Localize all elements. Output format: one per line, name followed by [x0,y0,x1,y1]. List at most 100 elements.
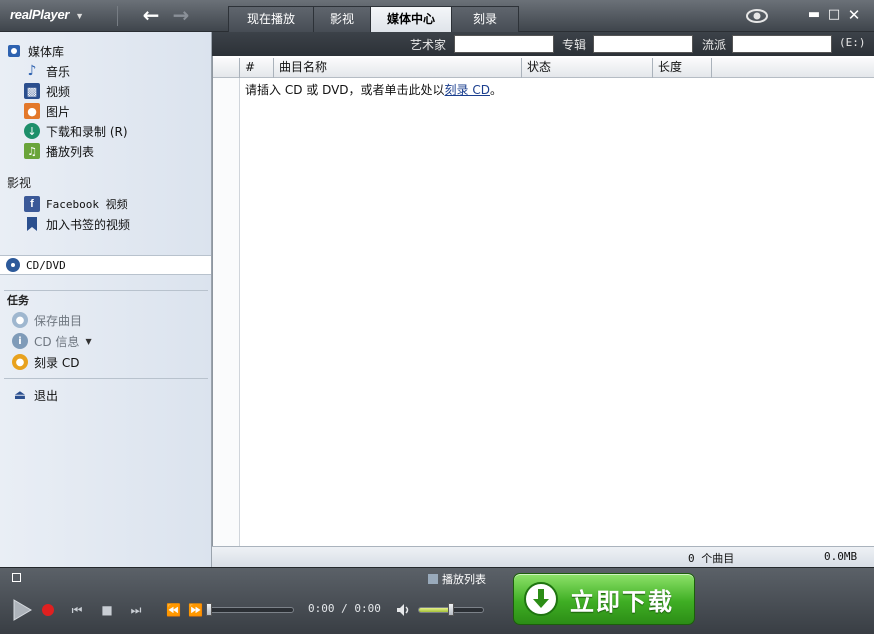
drive-label: (E:) [839,36,866,49]
sidebar-item-playlists[interactable]: ♫ 播放列表 [24,142,94,160]
player-controls: 播放列表 ⏮ ■ ⏭ ⏪ ⏩ 0:00 / 0:00 [0,567,874,634]
info-icon: i [12,333,28,349]
total-size: 0.0MB [824,550,858,563]
sidebar-item-label: 图片 [46,104,71,119]
stop-icon[interactable]: ■ [100,602,114,618]
download-now-label: 立即下载 [570,587,674,616]
cd-icon [6,258,20,272]
film-icon: ▩ [24,83,40,99]
burn-cd-link[interactable]: 刻录 CD [445,83,490,97]
task-burn-cd[interactable]: ● 刻录 CD [12,353,79,371]
sidebar-item-pictures[interactable]: ● 图片 [24,102,70,120]
mini-mode-icon[interactable] [12,573,21,582]
task-exit[interactable]: ⏏ 退出 [12,386,58,404]
play-icon[interactable] [11,599,33,621]
burn-disc-icon: ● [12,354,28,370]
download-now-button[interactable]: 立即下载 [513,573,695,625]
genre-filter-input[interactable] [732,35,832,53]
task-label: CD 信息 [34,334,80,349]
sidebar-cd-label: CD/DVD [26,258,66,272]
tab-burn[interactable]: 刻录 [451,6,519,32]
eject-icon: ⏏ [13,387,27,403]
facebook-icon: f [24,196,40,212]
sidebar-item-music[interactable]: ♪ 音乐 [24,62,70,80]
previous-track-icon[interactable]: ⏮ [70,602,84,618]
sidebar-item-label: 音乐 [46,64,71,79]
next-track-icon[interactable]: ⏭ [129,602,143,618]
title-bar: realPlayer ▼ ← → 现在播放 影视 媒体中心 刻录 ▬ □ ✕ [0,0,874,32]
volume-icon[interactable] [396,603,412,617]
sidebar-video-section: 影视 [7,176,32,190]
close-icon[interactable]: ✕ [846,7,862,23]
app-logo-text: realPlayer [10,7,70,22]
row-gutter [213,78,240,546]
task-label: 刻录 CD [34,355,80,370]
sidebar: 媒体库 ♪ 音乐 ▩ 视频 ● 图片 ↓ 下载和录制 (R) ♫ 播放列表 影视… [0,32,212,567]
sidebar-item-facebook[interactable]: f Facebook 视频 [24,195,128,213]
seek-handle[interactable] [206,603,212,616]
sidebar-divider [4,378,208,379]
forward-arrow-icon[interactable]: → [168,4,194,28]
time-display: 0:00 / 0:00 [308,602,381,615]
logo-menu-caret-icon[interactable]: ▼ [75,11,84,21]
sidebar-tasks-section: 任务 [7,294,29,307]
track-list: # 曲目名称 状态 长度 请插入 CD 或 DVD，或者单击此处以刻录 CD。 [212,56,874,546]
album-filter-input[interactable] [593,35,693,53]
task-save-tracks[interactable]: ● 保存曲目 [12,311,82,329]
camera-icon: ● [24,103,40,119]
title-separator [117,6,118,26]
fast-forward-icon[interactable]: ⏩ [188,602,203,618]
sidebar-item-cd-dvd[interactable]: CD/DVD [0,255,211,275]
sidebar-item-label: Facebook 视频 [46,198,128,211]
empty-message-end: 。 [489,83,502,97]
column-length[interactable]: 长度 [653,58,712,78]
sidebar-item-label: 视频 [46,84,71,99]
tab-video[interactable]: 影视 [313,6,371,32]
track-list-header: # 曲目名称 状态 长度 [213,58,874,78]
sidebar-item-label: 播放列表 [46,144,95,159]
column-number[interactable]: # [240,58,274,78]
column-track-name[interactable]: 曲目名称 [274,58,522,78]
empty-message-text: 请插入 CD 或 DVD，或者单击此处以 [245,83,445,97]
tab-media-center[interactable]: 媒体中心 [370,6,452,32]
minimize-icon[interactable]: ▬ [806,7,822,23]
maximize-icon[interactable]: □ [826,7,842,23]
task-cd-info[interactable]: i CD 信息 ▼ [12,332,92,350]
chevron-down-icon[interactable]: ▼ [85,337,91,346]
back-arrow-icon[interactable]: ← [138,4,164,28]
track-count: 0 个曲目 [688,552,735,565]
sidebar-library-label: 媒体库 [28,44,65,59]
eye-icon[interactable] [746,8,768,24]
download-arrow-icon [524,582,558,616]
playlist-toggle-label: 播放列表 [442,573,486,586]
tab-now-playing[interactable]: 现在播放 [228,6,314,32]
column-status[interactable]: 状态 [522,58,653,78]
sidebar-item-label: 加入书签的视频 [46,217,131,232]
playlist-toggle-icon [428,574,438,584]
album-label: 专辑 [562,38,587,52]
rewind-icon[interactable]: ⏪ [166,602,181,618]
main-tabs: 现在播放 影视 媒体中心 刻录 [228,6,519,32]
sidebar-item-bookmarked[interactable]: 加入书签的视频 [24,215,130,233]
filter-bar: 艺术家 专辑 流派 (E:) [212,32,874,56]
task-label: 保存曲目 [34,313,83,328]
sidebar-library[interactable]: 媒体库 [6,42,64,60]
download-icon: ↓ [24,123,40,139]
volume-level [419,608,451,612]
library-icon [6,43,22,59]
sidebar-item-label: 下载和录制 (R) [46,124,128,139]
sidebar-divider [4,290,208,291]
app-logo[interactable]: realPlayer ▼ [10,7,84,22]
playlist-toggle[interactable]: 播放列表 [428,571,486,587]
status-bar: 0 个曲目 0.0MB [212,546,874,567]
record-icon[interactable] [42,604,54,616]
artist-filter-input[interactable] [454,35,554,53]
sidebar-item-video[interactable]: ▩ 视频 [24,82,70,100]
genre-label: 流派 [702,38,727,52]
volume-handle[interactable] [448,603,454,616]
bookmark-icon [24,216,40,232]
sidebar-item-downloads[interactable]: ↓ 下载和录制 (R) [24,122,128,140]
playlist-icon: ♫ [24,143,40,159]
seek-bar[interactable] [208,607,294,613]
music-note-icon: ♪ [27,63,37,79]
